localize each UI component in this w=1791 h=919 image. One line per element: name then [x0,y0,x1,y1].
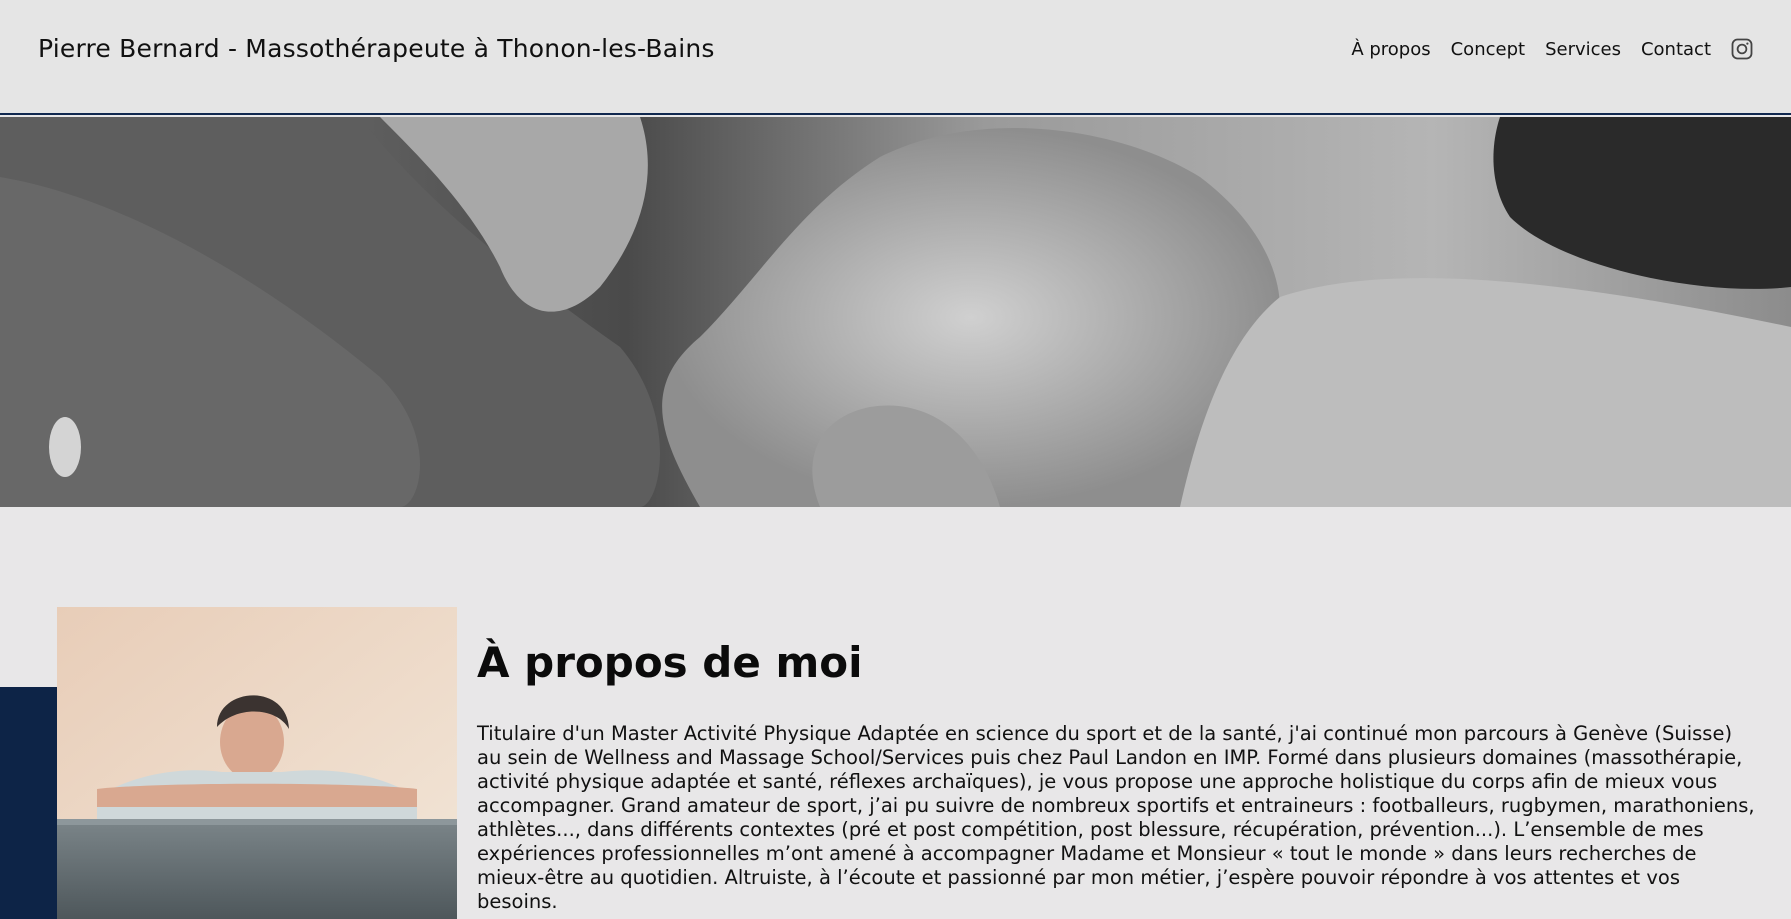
nav-item-services[interactable]: Services [1545,39,1621,60]
instagram-icon[interactable] [1731,38,1753,60]
main-nav: À propos Concept Services Contact [1351,38,1753,60]
accent-block [0,687,57,919]
nav-item-a-propos[interactable]: À propos [1351,39,1430,60]
about-title: À propos de moi [477,638,863,687]
nav-item-concept[interactable]: Concept [1451,39,1525,60]
site-header: Pierre Bernard - Massothérapeute à Thono… [0,0,1791,115]
site-title[interactable]: Pierre Bernard - Massothérapeute à Thono… [38,34,715,63]
about-text: Titulaire d'un Master Activité Physique … [477,722,1755,913]
hero-image [0,117,1791,507]
about-photo [57,607,457,919]
nav-item-contact[interactable]: Contact [1641,39,1711,60]
